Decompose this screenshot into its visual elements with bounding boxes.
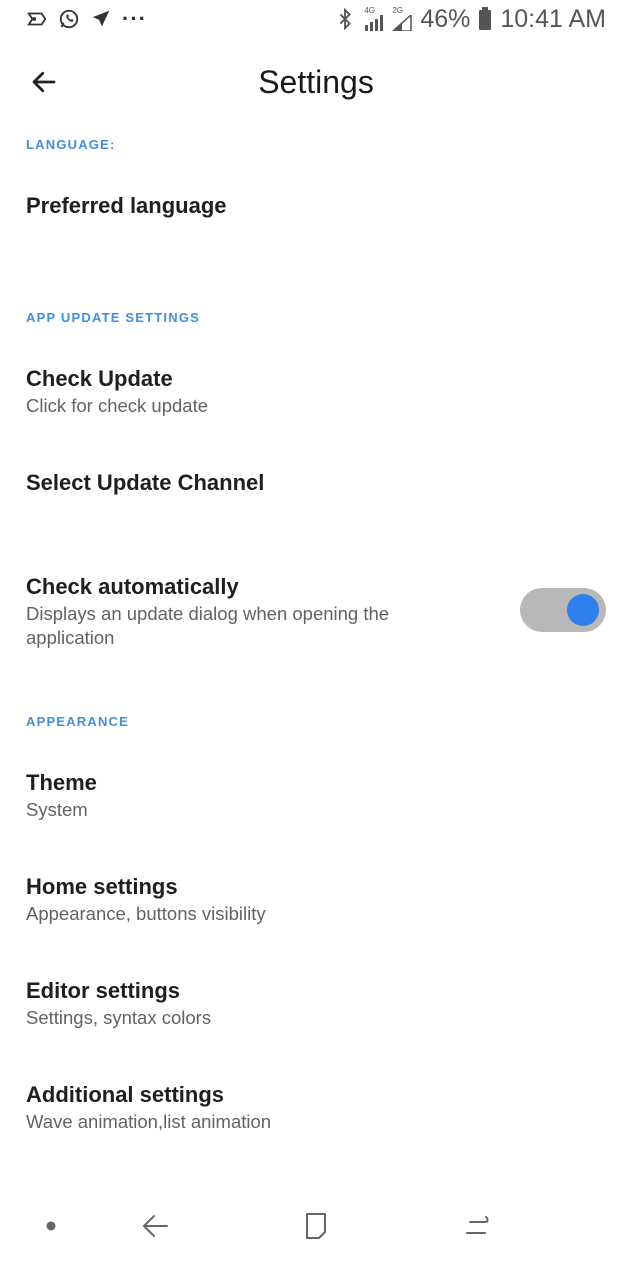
check-automatically-summary: Displays an update dialog when opening t… xyxy=(26,603,390,648)
signal-4g: 4G xyxy=(364,7,384,31)
additional-settings-item[interactable]: Additional settings Wave animation,list … xyxy=(0,1081,632,1134)
check-update-title: Check Update xyxy=(26,366,173,391)
system-icons: 4G 2G 46% 10:41 AM xyxy=(334,4,606,34)
editor-settings-title: Editor settings xyxy=(26,978,181,1003)
status-bar: ··· 4G 2G 46% 10:41 AM xyxy=(0,0,632,40)
editor-settings-item[interactable]: Editor settings Settings, syntax colors xyxy=(0,977,632,1030)
editor-settings-summary: Settings, syntax colors xyxy=(26,1007,212,1028)
signal-weak-icon xyxy=(392,15,413,31)
nav-back-button[interactable] xyxy=(135,1208,175,1244)
switch-thumb xyxy=(567,594,599,626)
network-2g-label: 2G xyxy=(392,6,403,15)
page-title: Settings xyxy=(258,64,374,100)
signal-icon xyxy=(365,15,384,31)
select-update-channel-item[interactable]: Select Update Channel xyxy=(0,469,632,497)
menu-icon xyxy=(466,1216,489,1234)
signal-2g: 2G xyxy=(392,6,413,31)
whatsapp-icon xyxy=(58,8,80,30)
nav-dot-button[interactable] xyxy=(31,1208,71,1244)
clock: 10:41 AM xyxy=(500,4,606,33)
app-bar: Settings xyxy=(0,44,632,124)
check-automatically-switch[interactable] xyxy=(520,588,606,632)
more-notifications-icon: ··· xyxy=(122,6,147,31)
preferred-language-title: Preferred language xyxy=(26,193,227,218)
nav-recents-button[interactable] xyxy=(296,1208,336,1244)
section-header-app-update: APP UPDATE SETTINGS xyxy=(26,310,201,325)
section-header-language: LANGUAGE: xyxy=(26,137,116,152)
network-4g-label: 4G xyxy=(364,6,375,15)
dot-icon xyxy=(46,1221,56,1231)
check-update-item[interactable]: Check Update Click for check update xyxy=(0,365,632,418)
section-header-appearance: APPEARANCE xyxy=(26,714,130,729)
navigation-icon xyxy=(90,8,112,30)
nav-home-button[interactable] xyxy=(457,1208,497,1244)
notification-icons: ··· xyxy=(26,6,147,32)
cast-icon xyxy=(26,8,48,30)
theme-item[interactable]: Theme System xyxy=(0,769,632,822)
battery-icon xyxy=(479,7,492,30)
nav-back-icon xyxy=(143,1215,168,1237)
battery-percentage: 46% xyxy=(420,4,471,33)
check-update-summary: Click for check update xyxy=(26,395,209,416)
additional-settings-title: Additional settings xyxy=(26,1082,224,1107)
home-settings-summary: Appearance, buttons visibility xyxy=(26,903,266,924)
preferred-language-item[interactable]: Preferred language xyxy=(0,192,632,220)
bluetooth-icon xyxy=(334,8,356,30)
additional-settings-summary: Wave animation,list animation xyxy=(26,1111,272,1132)
home-settings-item[interactable]: Home settings Appearance, buttons visibi… xyxy=(0,873,632,926)
select-update-channel-title: Select Update Channel xyxy=(26,470,265,495)
system-navigation-bar xyxy=(0,1190,632,1264)
theme-summary: System xyxy=(26,799,88,820)
recents-icon xyxy=(306,1213,326,1239)
home-settings-title: Home settings xyxy=(26,874,178,899)
theme-title: Theme xyxy=(26,770,97,795)
